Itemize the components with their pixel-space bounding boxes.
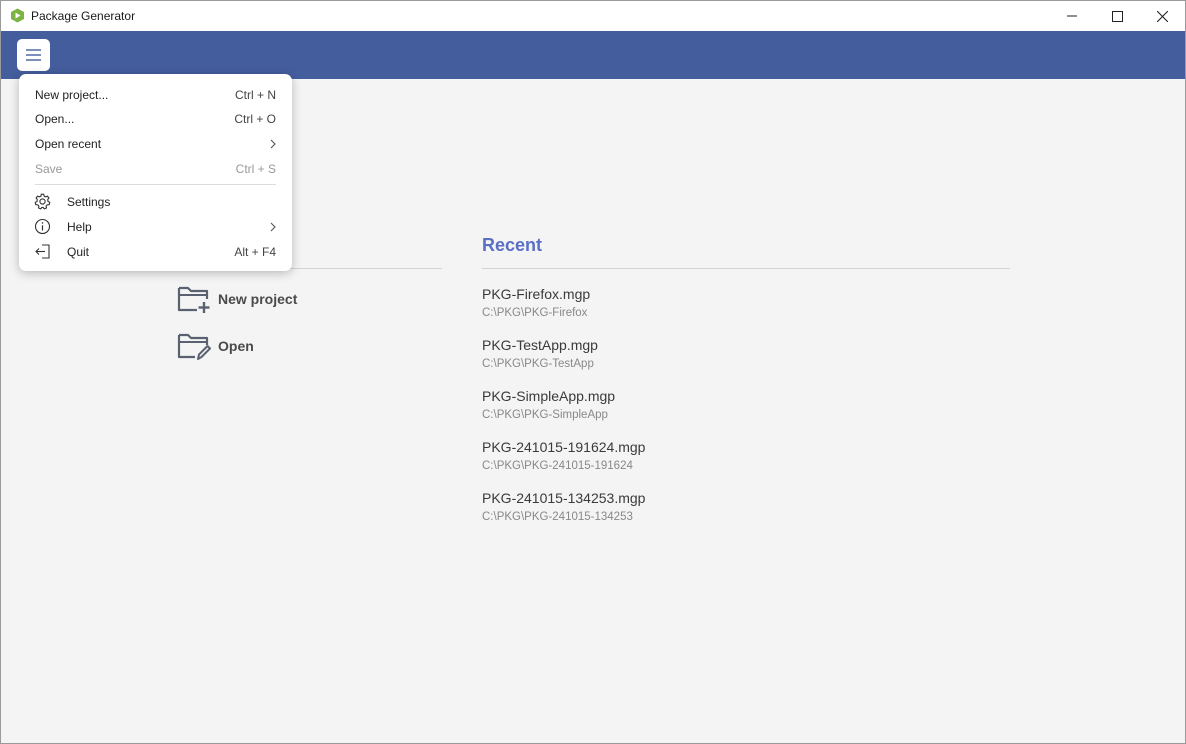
recent-item[interactable]: PKG-TestApp.mgp C:\PKG\PKG-TestApp xyxy=(482,336,1010,387)
recent-item-name: PKG-TestApp.mgp xyxy=(482,337,598,353)
exit-icon xyxy=(35,244,50,259)
app-header-bar xyxy=(1,31,1185,79)
menu-item-label: New project... xyxy=(35,88,109,102)
close-icon xyxy=(1156,10,1168,22)
app-logo-icon xyxy=(11,8,24,23)
window-title: Package Generator xyxy=(31,9,136,23)
main-menu-dropdown: New project... Ctrl + N Open... Ctrl + O… xyxy=(19,74,292,271)
close-button[interactable] xyxy=(1139,1,1185,31)
recent-item-name: PKG-241015-134253.mgp xyxy=(482,490,646,506)
menu-item-shortcut: Alt + F4 xyxy=(234,245,276,259)
recent-item-name: PKG-241015-191624.mgp xyxy=(482,439,646,455)
minimize-icon xyxy=(1067,15,1077,17)
main-menu-button[interactable] xyxy=(17,39,50,71)
recent-item-path: C:\PKG\PKG-241015-191624 xyxy=(482,460,633,472)
open-folder-icon xyxy=(177,333,211,360)
new-project-button[interactable]: New project xyxy=(177,284,297,314)
recent-list: PKG-Firefox.mgp C:\PKG\PKG-Firefox PKG-T… xyxy=(482,285,1010,540)
recent-divider xyxy=(482,268,1010,269)
menu-item-shortcut: Ctrl + O xyxy=(234,112,276,126)
new-folder-icon xyxy=(177,286,210,313)
recent-item[interactable]: PKG-SimpleApp.mgp C:\PKG\PKG-SimpleApp xyxy=(482,387,1010,438)
recent-item-path: C:\PKG\PKG-TestApp xyxy=(482,358,594,370)
minimize-button[interactable] xyxy=(1049,1,1095,31)
menu-item-new-project[interactable]: New project... Ctrl + N xyxy=(19,83,292,107)
maximize-button[interactable] xyxy=(1094,1,1140,31)
menu-item-save[interactable]: Save Ctrl + S xyxy=(19,157,292,181)
info-icon xyxy=(34,218,51,235)
menu-item-label: Settings xyxy=(67,195,111,209)
title-bar: Package Generator xyxy=(1,1,1185,31)
recent-item-path: C:\PKG\PKG-241015-134253 xyxy=(482,511,633,523)
menu-item-label: Quit xyxy=(67,245,90,259)
menu-item-shortcut: Ctrl + N xyxy=(234,88,276,102)
recent-item[interactable]: PKG-Firefox.mgp C:\PKG\PKG-Firefox xyxy=(482,285,1010,336)
maximize-icon xyxy=(1111,10,1123,22)
new-project-label: New project xyxy=(218,291,298,307)
menu-item-settings[interactable]: Settings xyxy=(19,190,292,214)
app-window: Package Generator New project Open Recen… xyxy=(0,0,1186,744)
recent-item[interactable]: PKG-241015-134253.mgp C:\PKG\PKG-241015-… xyxy=(482,489,1010,540)
menu-item-shortcut: Ctrl + S xyxy=(235,162,276,176)
open-label: Open xyxy=(218,338,254,354)
recent-heading: Recent xyxy=(482,235,543,255)
gear-icon xyxy=(34,193,51,210)
recent-item-name: PKG-Firefox.mgp xyxy=(482,286,591,302)
chevron-right-icon xyxy=(270,139,276,149)
recent-item-name: PKG-SimpleApp.mgp xyxy=(482,388,616,404)
chevron-right-icon xyxy=(270,222,276,232)
menu-item-label: Save xyxy=(35,162,63,176)
recent-item-path: C:\PKG\PKG-Firefox xyxy=(482,307,588,319)
menu-separator xyxy=(35,184,276,185)
recent-item-path: C:\PKG\PKG-SimpleApp xyxy=(482,409,608,421)
menu-item-label: Help xyxy=(67,220,92,234)
menu-item-help[interactable]: Help xyxy=(19,215,292,239)
hamburger-icon xyxy=(26,49,41,61)
menu-item-quit[interactable]: Quit Alt + F4 xyxy=(19,240,292,264)
menu-item-label: Open... xyxy=(35,112,75,126)
open-button[interactable]: Open xyxy=(177,331,254,361)
recent-item[interactable]: PKG-241015-191624.mgp C:\PKG\PKG-241015-… xyxy=(482,438,1010,489)
menu-item-open-recent[interactable]: Open recent xyxy=(19,132,292,156)
menu-item-label: Open recent xyxy=(35,137,102,151)
menu-item-open[interactable]: Open... Ctrl + O xyxy=(19,107,292,131)
